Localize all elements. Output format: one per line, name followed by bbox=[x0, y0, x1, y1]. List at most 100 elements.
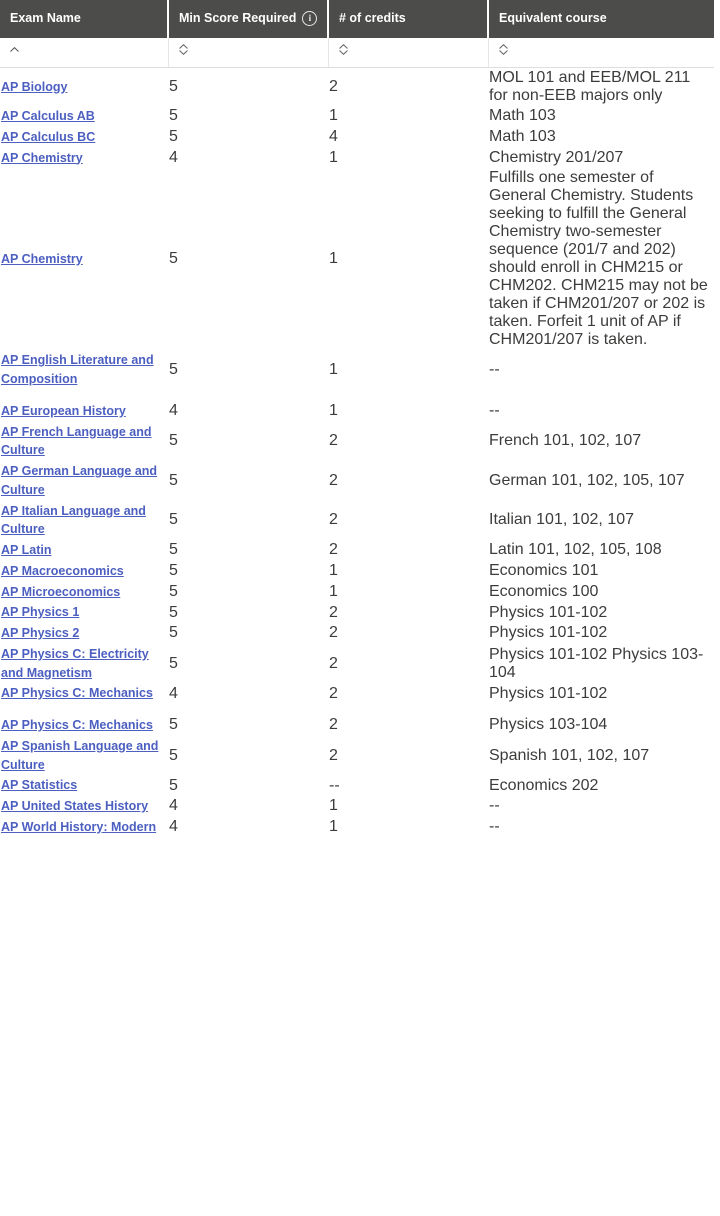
column-header-min-score-label: Min Score Required bbox=[179, 11, 297, 25]
cell-credits: 2 bbox=[329, 471, 338, 489]
cell-exam-name: AP Statistics bbox=[0, 775, 168, 796]
exam-name-link[interactable]: AP United States History bbox=[1, 799, 148, 813]
cell-min-score: 5 bbox=[169, 562, 178, 580]
cell-min-score: 5 bbox=[169, 128, 178, 146]
exam-name-link[interactable]: AP Chemistry bbox=[1, 151, 83, 165]
exam-name-link[interactable]: AP World History: Modern bbox=[1, 820, 156, 834]
exam-name-link[interactable]: AP Latin bbox=[1, 543, 51, 557]
cell-exam-name: AP German Language and Culture bbox=[0, 461, 168, 501]
table-group-gap bbox=[0, 389, 714, 401]
exam-name-link[interactable]: AP Italian Language and Culture bbox=[1, 504, 146, 537]
chevron-up-icon[interactable] bbox=[10, 43, 21, 57]
cell-exam-name: AP Chemistry bbox=[0, 168, 168, 350]
cell-exam-name: AP European History bbox=[0, 401, 168, 422]
exam-name-link[interactable]: AP Macroeconomics bbox=[1, 564, 124, 578]
exam-name-link[interactable]: AP Physics 1 bbox=[1, 605, 79, 619]
cell-credits: 1 bbox=[329, 562, 338, 580]
cell-exam-name: AP World History: Modern bbox=[0, 817, 168, 838]
cell-equivalent-course: Physics 101-102 bbox=[489, 684, 608, 702]
sort-cell-exam-name[interactable] bbox=[0, 38, 169, 68]
sort-cell-equivalent-course[interactable] bbox=[488, 38, 714, 68]
exam-name-link[interactable]: AP Biology bbox=[1, 80, 67, 94]
exam-name-link[interactable]: AP Calculus BC bbox=[1, 130, 95, 144]
cell-credits: 2 bbox=[329, 541, 338, 559]
table-row: AP Physics C: Electricity and Magnetism 5… bbox=[0, 644, 714, 684]
exam-name-link[interactable]: AP Physics 2 bbox=[1, 626, 79, 640]
cell-equivalent-course: Economics 100 bbox=[489, 582, 599, 600]
exam-name-link[interactable]: AP English Literature and Composition bbox=[1, 353, 154, 386]
cell-min-score: 5 bbox=[169, 511, 178, 529]
cell-credits: 1 bbox=[329, 797, 338, 815]
column-header-min-score[interactable]: Min Score Required i bbox=[168, 0, 329, 38]
cell-equivalent-course: Italian 101, 102, 107 bbox=[489, 511, 635, 529]
column-header-exam-name[interactable]: Exam Name bbox=[0, 0, 169, 38]
cell-credits: 1 bbox=[329, 361, 338, 378]
sort-cell-credits[interactable] bbox=[328, 38, 489, 68]
column-header-exam-name-label: Exam Name bbox=[10, 11, 81, 25]
table-row: AP Physics 2 5 2 Physics 101-102 bbox=[0, 623, 714, 644]
cell-equivalent-course: Latin 101, 102, 105, 108 bbox=[489, 541, 662, 559]
sort-cell-min-score[interactable] bbox=[168, 38, 329, 68]
exam-name-link[interactable]: AP Physics C: Electricity and Magnetism bbox=[1, 647, 149, 680]
cell-min-score: 4 bbox=[169, 402, 178, 420]
cell-exam-name: AP Macroeconomics bbox=[0, 561, 168, 582]
exam-name-link[interactable]: AP Spanish Language and Culture bbox=[1, 739, 158, 772]
exam-name-link[interactable]: AP Physics C: Mechanics bbox=[1, 686, 153, 700]
table-row: AP Physics C: Mechanics 5 2 Physics 103-104 bbox=[0, 715, 714, 736]
cell-equivalent-course: Fulfills one semester of General Chemist… bbox=[489, 169, 708, 349]
cell-min-score: 5 bbox=[169, 582, 178, 600]
cell-equivalent-course: -- bbox=[489, 797, 500, 815]
cell-equivalent-course: Math 103 bbox=[489, 107, 556, 125]
cell-min-score: 5 bbox=[169, 624, 178, 642]
cell-exam-name: AP Italian Language and Culture bbox=[0, 501, 168, 541]
cell-exam-name: AP Physics C: Electricity and Magnetism bbox=[0, 644, 168, 684]
table-header: Exam Name Min Score Required i # of cred… bbox=[0, 0, 714, 38]
sort-controls-row-group bbox=[0, 38, 714, 68]
cell-credits: 1 bbox=[329, 107, 338, 125]
exam-name-link[interactable]: AP Statistics bbox=[1, 778, 77, 792]
cell-min-score: 5 bbox=[169, 716, 178, 734]
cell-exam-name: AP Physics C: Mechanics bbox=[0, 683, 168, 704]
cell-min-score: 4 bbox=[169, 797, 178, 815]
table-row: AP Italian Language and Culture 5 2 Italian… bbox=[0, 501, 714, 541]
column-header-equivalent-course[interactable]: Equivalent course bbox=[488, 0, 714, 38]
cell-min-score: 5 bbox=[169, 432, 178, 450]
cell-exam-name: AP Physics C: Mechanics bbox=[0, 715, 168, 736]
cell-equivalent-course: -- bbox=[489, 402, 500, 420]
table-body: AP Biology 5 2 MOL 101 and EEB/MOL 211 for … bbox=[0, 68, 714, 838]
column-header-credits-label: # of credits bbox=[339, 11, 406, 25]
column-header-credits[interactable]: # of credits bbox=[328, 0, 489, 38]
cell-exam-name: AP French Language and Culture bbox=[0, 422, 168, 462]
cell-min-score: 5 bbox=[169, 776, 178, 794]
sort-updown-icon[interactable] bbox=[498, 43, 510, 57]
cell-equivalent-course: -- bbox=[489, 361, 500, 378]
cell-equivalent-course: -- bbox=[489, 818, 500, 836]
cell-exam-name: AP Microeconomics bbox=[0, 582, 168, 603]
cell-exam-name: AP Chemistry bbox=[0, 148, 168, 169]
exam-name-link[interactable]: AP Microeconomics bbox=[1, 585, 120, 599]
table-row: AP Calculus AB 5 1 Math 103 bbox=[0, 106, 714, 127]
table-row: AP German Language and Culture 5 2 German 1… bbox=[0, 461, 714, 501]
cell-credits: 1 bbox=[329, 402, 338, 420]
exam-name-link[interactable]: AP Chemistry bbox=[1, 252, 83, 266]
cell-credits: 2 bbox=[329, 432, 338, 450]
sort-updown-icon[interactable] bbox=[338, 43, 350, 57]
exam-name-link[interactable]: AP European History bbox=[1, 404, 126, 418]
table-row: AP United States History 4 1 -- bbox=[0, 796, 714, 817]
cell-credits: 1 bbox=[329, 818, 338, 836]
cell-credits: 2 bbox=[329, 716, 338, 734]
cell-min-score: 5 bbox=[169, 107, 178, 125]
exam-name-link[interactable]: AP Physics C: Mechanics bbox=[1, 718, 153, 732]
table-group-gap-cell bbox=[0, 704, 714, 715]
info-circle-icon[interactable]: i bbox=[302, 11, 318, 26]
exam-name-link[interactable]: AP German Language and Culture bbox=[1, 464, 157, 497]
exam-name-link[interactable]: AP Calculus AB bbox=[1, 109, 95, 123]
ap-credit-table-container: Exam Name Min Score Required i # of cred… bbox=[0, 0, 714, 838]
table-row: AP Chemistry 4 1 Chemistry 201/207 bbox=[0, 148, 714, 169]
cell-min-score: 5 bbox=[169, 603, 178, 621]
sort-updown-icon[interactable] bbox=[178, 43, 190, 57]
cell-min-score: 5 bbox=[169, 541, 178, 559]
table-row: AP Latin 5 2 Latin 101, 102, 105, 108 bbox=[0, 540, 714, 561]
exam-name-link[interactable]: AP French Language and Culture bbox=[1, 425, 152, 458]
cell-min-score: 4 bbox=[169, 818, 178, 836]
